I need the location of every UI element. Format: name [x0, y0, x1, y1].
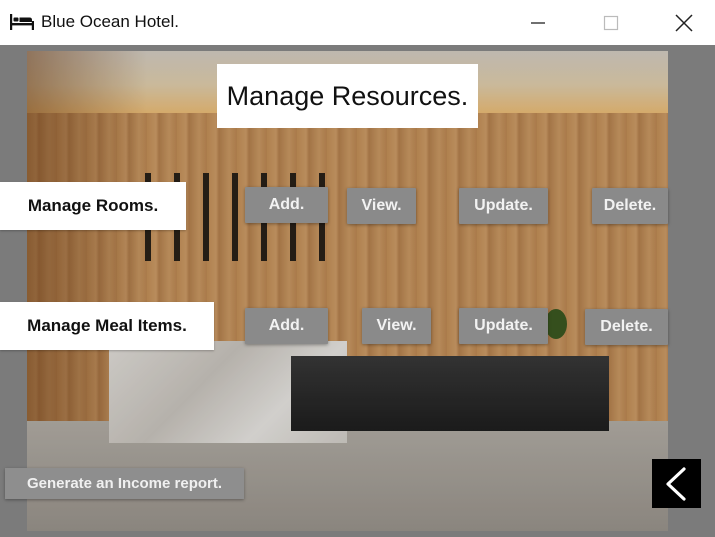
page-title: Manage Resources. [217, 64, 478, 128]
add-meal-button[interactable]: Add. [245, 308, 328, 344]
manage-meal-items-label: Manage Meal Items. [0, 302, 214, 350]
view-meals-button[interactable]: View. [362, 308, 431, 344]
delete-room-button[interactable]: Delete. [592, 188, 668, 224]
manage-rooms-label: Manage Rooms. [0, 182, 186, 230]
close-button[interactable] [661, 0, 707, 45]
window-title: Blue Ocean Hotel. [41, 12, 179, 31]
minimize-icon [531, 21, 545, 24]
content-area: Manage Resources. Manage Rooms. Add. Vie… [0, 45, 715, 537]
generate-income-report-button[interactable]: Generate an Income report. [5, 468, 244, 499]
close-icon [675, 13, 693, 32]
maximize-button[interactable] [588, 0, 634, 45]
update-room-button[interactable]: Update. [459, 188, 548, 224]
add-room-button[interactable]: Add. [245, 187, 328, 223]
chevron-left-icon [665, 466, 686, 501]
back-button[interactable] [652, 459, 701, 508]
bed-icon [10, 13, 34, 31]
view-rooms-button[interactable]: View. [347, 188, 416, 224]
maximize-icon [603, 15, 619, 30]
minimize-button[interactable] [515, 0, 561, 45]
title-bar: Blue Ocean Hotel. [0, 0, 715, 45]
delete-meal-button[interactable]: Delete. [585, 309, 668, 345]
update-meal-button[interactable]: Update. [459, 308, 548, 344]
